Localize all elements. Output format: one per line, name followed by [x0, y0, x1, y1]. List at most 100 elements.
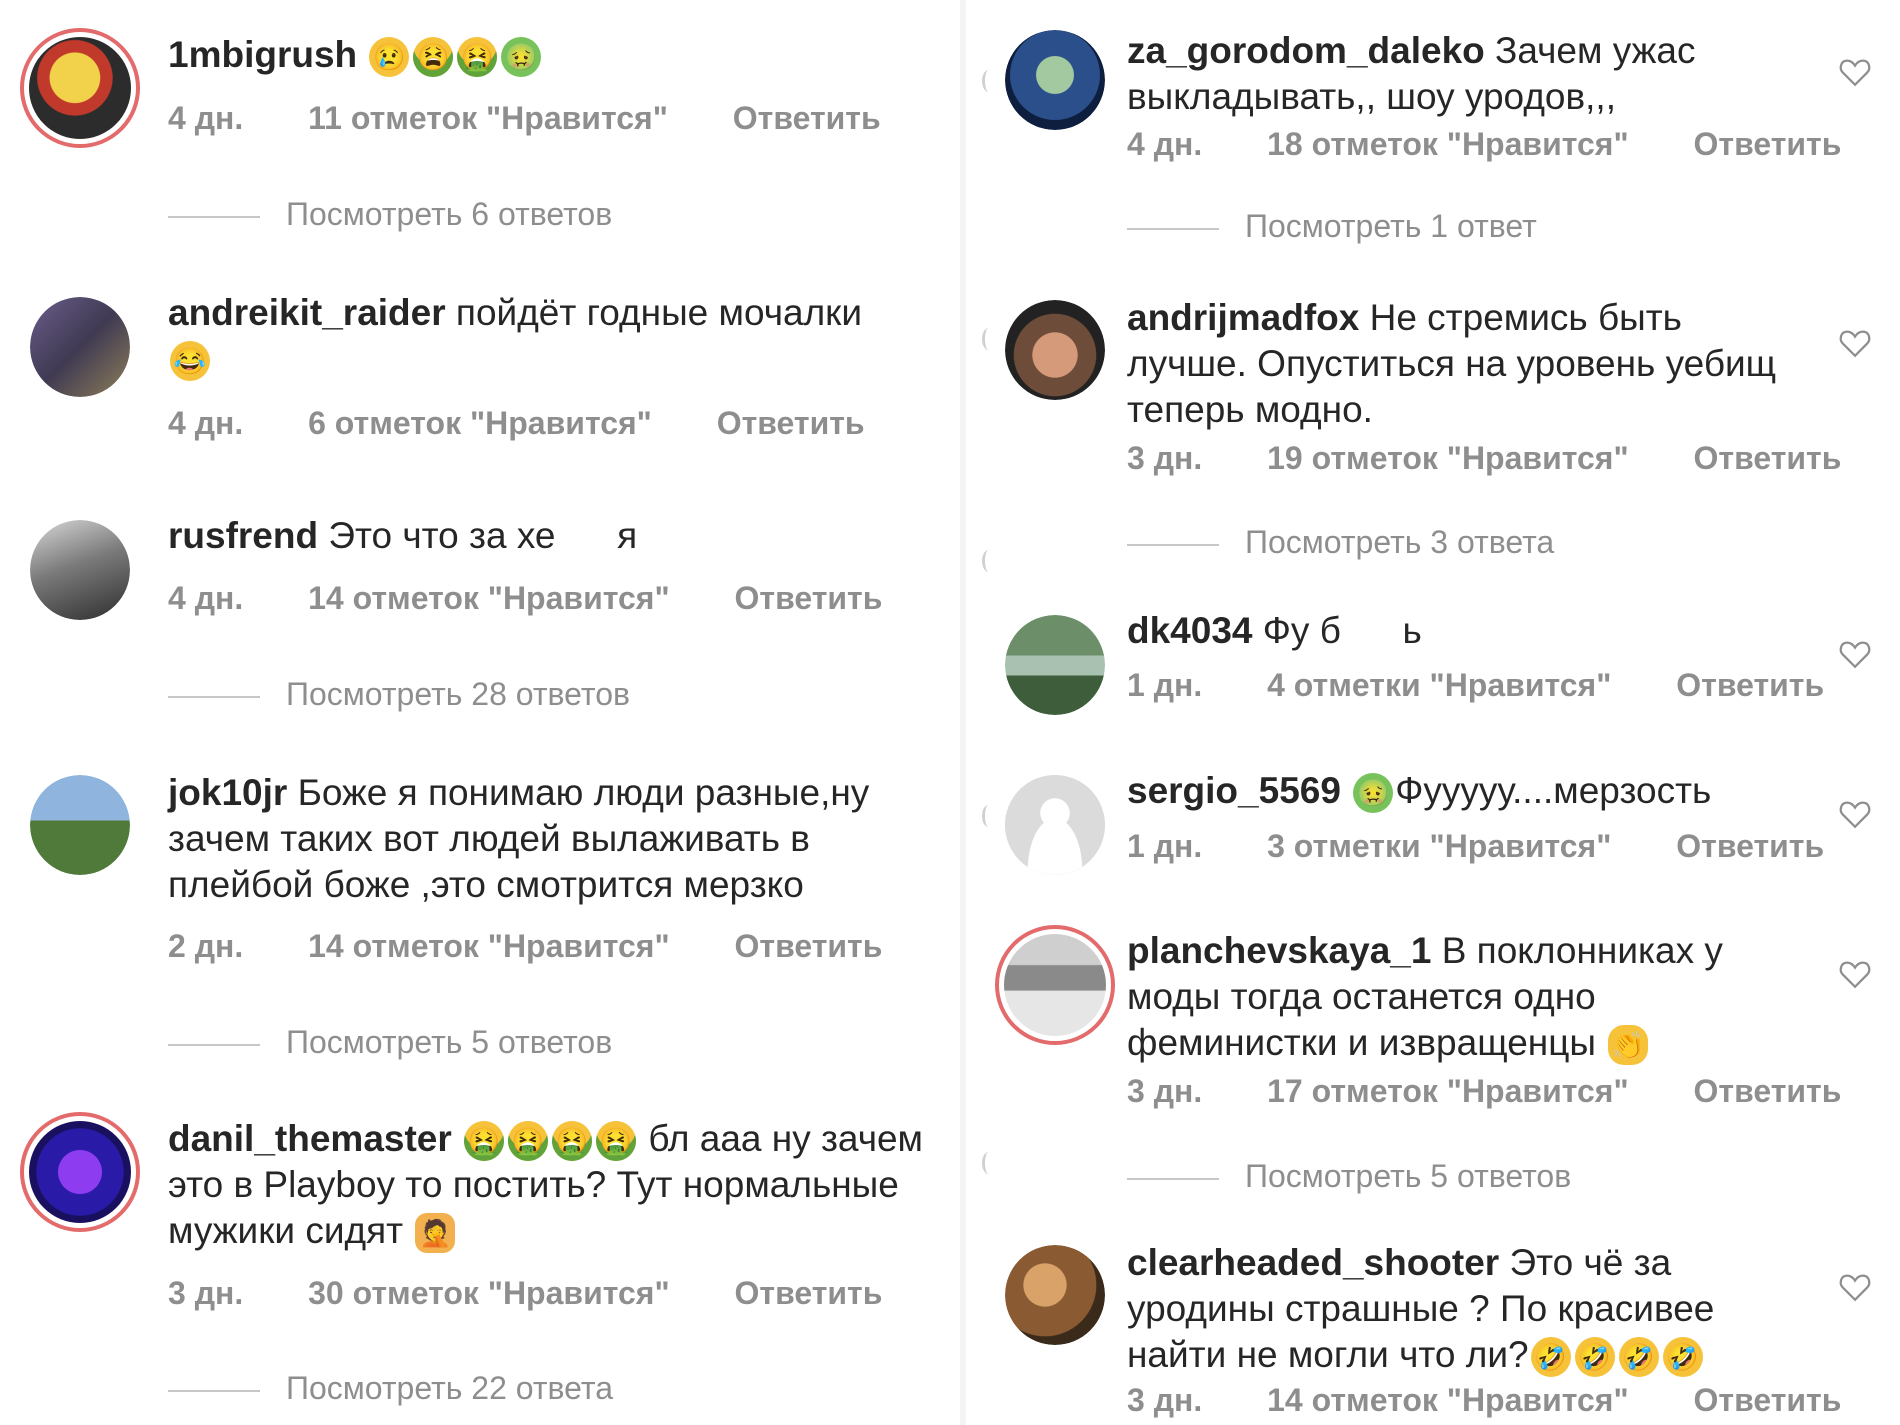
thread-edge-icon	[982, 550, 995, 572]
reply-button[interactable]: Ответить	[1694, 1382, 1842, 1419]
comment-username[interactable]: andreikit_raider	[168, 292, 446, 333]
comment-time: 3 дн.	[1127, 440, 1203, 476]
comment-time: 1 дн.	[1127, 828, 1203, 864]
comment-username[interactable]: andrijmadfox	[1127, 297, 1359, 338]
comment-meta: 3 дн. 14 отметок "Нравится" Ответить	[1127, 1382, 1897, 1419]
comment-time: 3 дн.	[168, 1275, 244, 1311]
avatar[interactable]	[1005, 615, 1105, 715]
view-replies-button[interactable]: Посмотреть 1 ответ	[1127, 208, 1537, 245]
comment-likes[interactable]: 4 отметки "Нравится"	[1267, 667, 1611, 704]
comment-body: rusfrend Это что за хе я	[168, 513, 948, 559]
comment-likes[interactable]: 30 отметок "Нравится"	[308, 1275, 670, 1312]
reply-button[interactable]: Ответить	[735, 580, 883, 617]
replies-line	[168, 1389, 260, 1392]
thread-edge-icon	[982, 1152, 995, 1174]
avatar[interactable]	[995, 925, 1115, 1045]
avatar[interactable]	[30, 520, 130, 620]
comment-likes[interactable]: 11 отметок "Нравится"	[308, 100, 668, 137]
nauseated-face-icon: 🤮	[596, 1121, 637, 1162]
view-replies-label: Посмотреть 6 ответов	[286, 196, 613, 232]
comment-meta: 3 дн. 30 отметок "Нравится" Ответить	[168, 1275, 938, 1312]
comment-time: 2 дн.	[168, 928, 244, 964]
comment-likes[interactable]: 14 отметок "Нравится"	[308, 928, 670, 965]
view-replies-label: Посмотреть 5 ответов	[1245, 1158, 1572, 1194]
clapping-hands-icon: 👏	[1608, 1025, 1649, 1066]
like-heart-icon[interactable]	[1838, 638, 1872, 670]
like-heart-icon[interactable]	[1838, 56, 1872, 88]
view-replies-label: Посмотреть 3 ответа	[1245, 524, 1555, 560]
reply-button[interactable]: Ответить	[1694, 1073, 1842, 1110]
view-replies-button[interactable]: Посмотреть 28 ответов	[168, 676, 630, 713]
view-replies-button[interactable]: Посмотреть 22 ответа	[168, 1370, 613, 1407]
reply-button[interactable]: Ответить	[1694, 440, 1842, 477]
comment-meta: 1 дн. 3 отметки "Нравится" Ответить	[1127, 828, 1880, 865]
rolling-laughing-icon: 🤣	[1574, 1337, 1615, 1378]
reply-button[interactable]: Ответить	[1694, 126, 1842, 163]
view-replies-button[interactable]: Посмотреть 5 ответов	[1127, 1158, 1571, 1195]
avatar[interactable]	[30, 297, 130, 397]
like-heart-icon[interactable]	[1838, 1271, 1872, 1303]
comment-meta: 4 дн. 18 отметок "Нравится" Ответить	[1127, 126, 1897, 163]
comment-meta: 4 дн. 6 отметок "Нравится" Ответить	[168, 405, 921, 442]
view-replies-button[interactable]: Посмотреть 6 ответов	[168, 196, 612, 233]
replies-line	[168, 215, 260, 218]
comment-likes[interactable]: 14 отметок "Нравится"	[308, 580, 670, 617]
reply-button[interactable]: Ответить	[717, 405, 865, 442]
comment-likes[interactable]: 3 отметки "Нравится"	[1267, 828, 1611, 865]
view-replies-label: Посмотреть 5 ответов	[286, 1024, 613, 1060]
comment-body: 1mbigrush 😢 😫 🤮 🤢	[168, 32, 948, 78]
avatar[interactable]	[20, 28, 140, 148]
comment-body: za_gorodom_daleko Зачем ужас выкладывать…	[1127, 28, 1787, 120]
replies-line	[168, 695, 260, 698]
comment-username[interactable]: clearheaded_shooter	[1127, 1242, 1499, 1283]
view-replies-button[interactable]: Посмотреть 3 ответа	[1127, 524, 1554, 561]
comment-likes[interactable]: 14 отметок "Нравится"	[1267, 1382, 1629, 1419]
avatar[interactable]	[1005, 30, 1105, 130]
nauseated-face-icon: 🤮	[457, 37, 498, 78]
comment-username[interactable]: jok10jr	[168, 772, 287, 813]
comment-meta: 4 дн. 14 отметок "Нравится" Ответить	[168, 580, 938, 617]
replies-line	[168, 1043, 260, 1046]
nauseated-face-icon: 🤢	[1353, 773, 1394, 814]
comment-body: andreikit_raider пойдёт годные мочалки 😂	[168, 290, 948, 382]
nauseated-face-icon: 🤮	[552, 1121, 593, 1162]
comment-username[interactable]: danil_themaster	[168, 1118, 452, 1159]
comment-meta: 2 дн. 14 отметок "Нравится" Ответить	[168, 928, 938, 965]
laughing-face-icon: 😂	[170, 341, 210, 382]
comment-meta: 3 дн. 17 отметок "Нравится" Ответить	[1127, 1073, 1897, 1110]
thread-edge-icon	[982, 805, 995, 827]
comment-likes[interactable]: 19 отметок "Нравится"	[1267, 440, 1629, 477]
reply-button[interactable]: Ответить	[733, 100, 881, 137]
avatar[interactable]	[30, 775, 130, 875]
column-divider	[960, 0, 966, 1425]
avatar[interactable]	[1005, 775, 1105, 875]
avatar[interactable]	[20, 1112, 140, 1232]
view-replies-label: Посмотреть 1 ответ	[1245, 208, 1537, 244]
reply-button[interactable]: Ответить	[735, 1275, 883, 1312]
comment-username[interactable]: za_gorodom_daleko	[1127, 30, 1485, 71]
comment-username[interactable]: 1mbigrush	[168, 34, 357, 75]
comment-text: Фууууу....мерзость	[1395, 770, 1712, 811]
comment-likes[interactable]: 6 отметок "Нравится"	[308, 405, 652, 442]
comment-username[interactable]: sergio_5569	[1127, 770, 1341, 811]
reply-button[interactable]: Ответить	[1676, 667, 1824, 704]
reply-button[interactable]: Ответить	[1676, 828, 1824, 865]
facepalm-icon: 🤦	[415, 1213, 456, 1254]
comment-likes[interactable]: 18 отметок "Нравится"	[1267, 126, 1629, 163]
comment-time: 3 дн.	[1127, 1073, 1203, 1109]
view-replies-button[interactable]: Посмотреть 5 ответов	[168, 1024, 612, 1061]
comment-time: 4 дн.	[168, 405, 244, 441]
comment-likes[interactable]: 17 отметок "Нравится"	[1267, 1073, 1629, 1110]
like-heart-icon[interactable]	[1838, 958, 1872, 990]
like-heart-icon[interactable]	[1838, 327, 1872, 359]
nauseated-face-icon: 🤮	[464, 1121, 505, 1162]
avatar[interactable]	[1005, 300, 1105, 400]
comment-username[interactable]: dk4034	[1127, 610, 1253, 651]
comment-username[interactable]: planchevskaya_1	[1127, 930, 1431, 971]
avatar[interactable]	[1005, 1245, 1105, 1345]
comment-username[interactable]: rusfrend	[168, 515, 318, 556]
reply-button[interactable]: Ответить	[735, 928, 883, 965]
like-heart-icon[interactable]	[1838, 798, 1872, 830]
comment-text: Фу б ь	[1262, 610, 1422, 651]
replies-line	[1127, 1177, 1219, 1180]
